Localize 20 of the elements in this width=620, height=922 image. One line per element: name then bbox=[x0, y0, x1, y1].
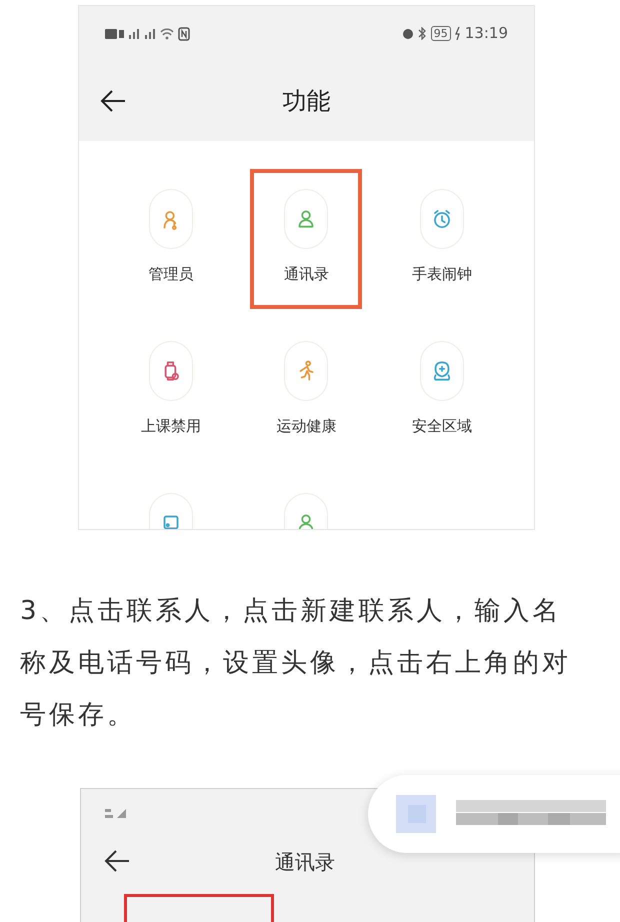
screen-title: 功能 bbox=[282, 86, 330, 117]
feature-label: 安全区域 bbox=[412, 416, 472, 437]
feature-label: 运动健康 bbox=[276, 416, 336, 437]
feature-label: 管理员 bbox=[148, 264, 194, 285]
feature-item[interactable]: 安全区域 bbox=[386, 321, 498, 461]
feature-label: 上课禁用 bbox=[140, 416, 201, 437]
feature-label: 通讯录 bbox=[284, 264, 329, 285]
screen-title: 通讯录 bbox=[275, 849, 335, 876]
feature-item[interactable]: 运动健康 bbox=[250, 321, 362, 461]
signal-icon bbox=[105, 807, 127, 819]
feature-item[interactable]: 手表闹钟 bbox=[386, 169, 498, 309]
feature-item[interactable]: 管理员 bbox=[114, 169, 227, 309]
step-paragraph: 3、点击联系人，点击新建联系人，输入名称及电话号码，设置头像，点击右上角的对号保存。 bbox=[20, 595, 572, 732]
feature-label: 手表闹钟 bbox=[412, 264, 472, 285]
bluetooth-icon bbox=[418, 27, 427, 40]
clock-time: 13:19 bbox=[464, 23, 508, 44]
feature-item[interactable]: 通讯录 bbox=[250, 169, 362, 309]
feature-item[interactable]: 上课禁用 bbox=[114, 321, 227, 461]
charging-icon bbox=[454, 27, 461, 40]
battery-level: 95 bbox=[430, 26, 451, 41]
